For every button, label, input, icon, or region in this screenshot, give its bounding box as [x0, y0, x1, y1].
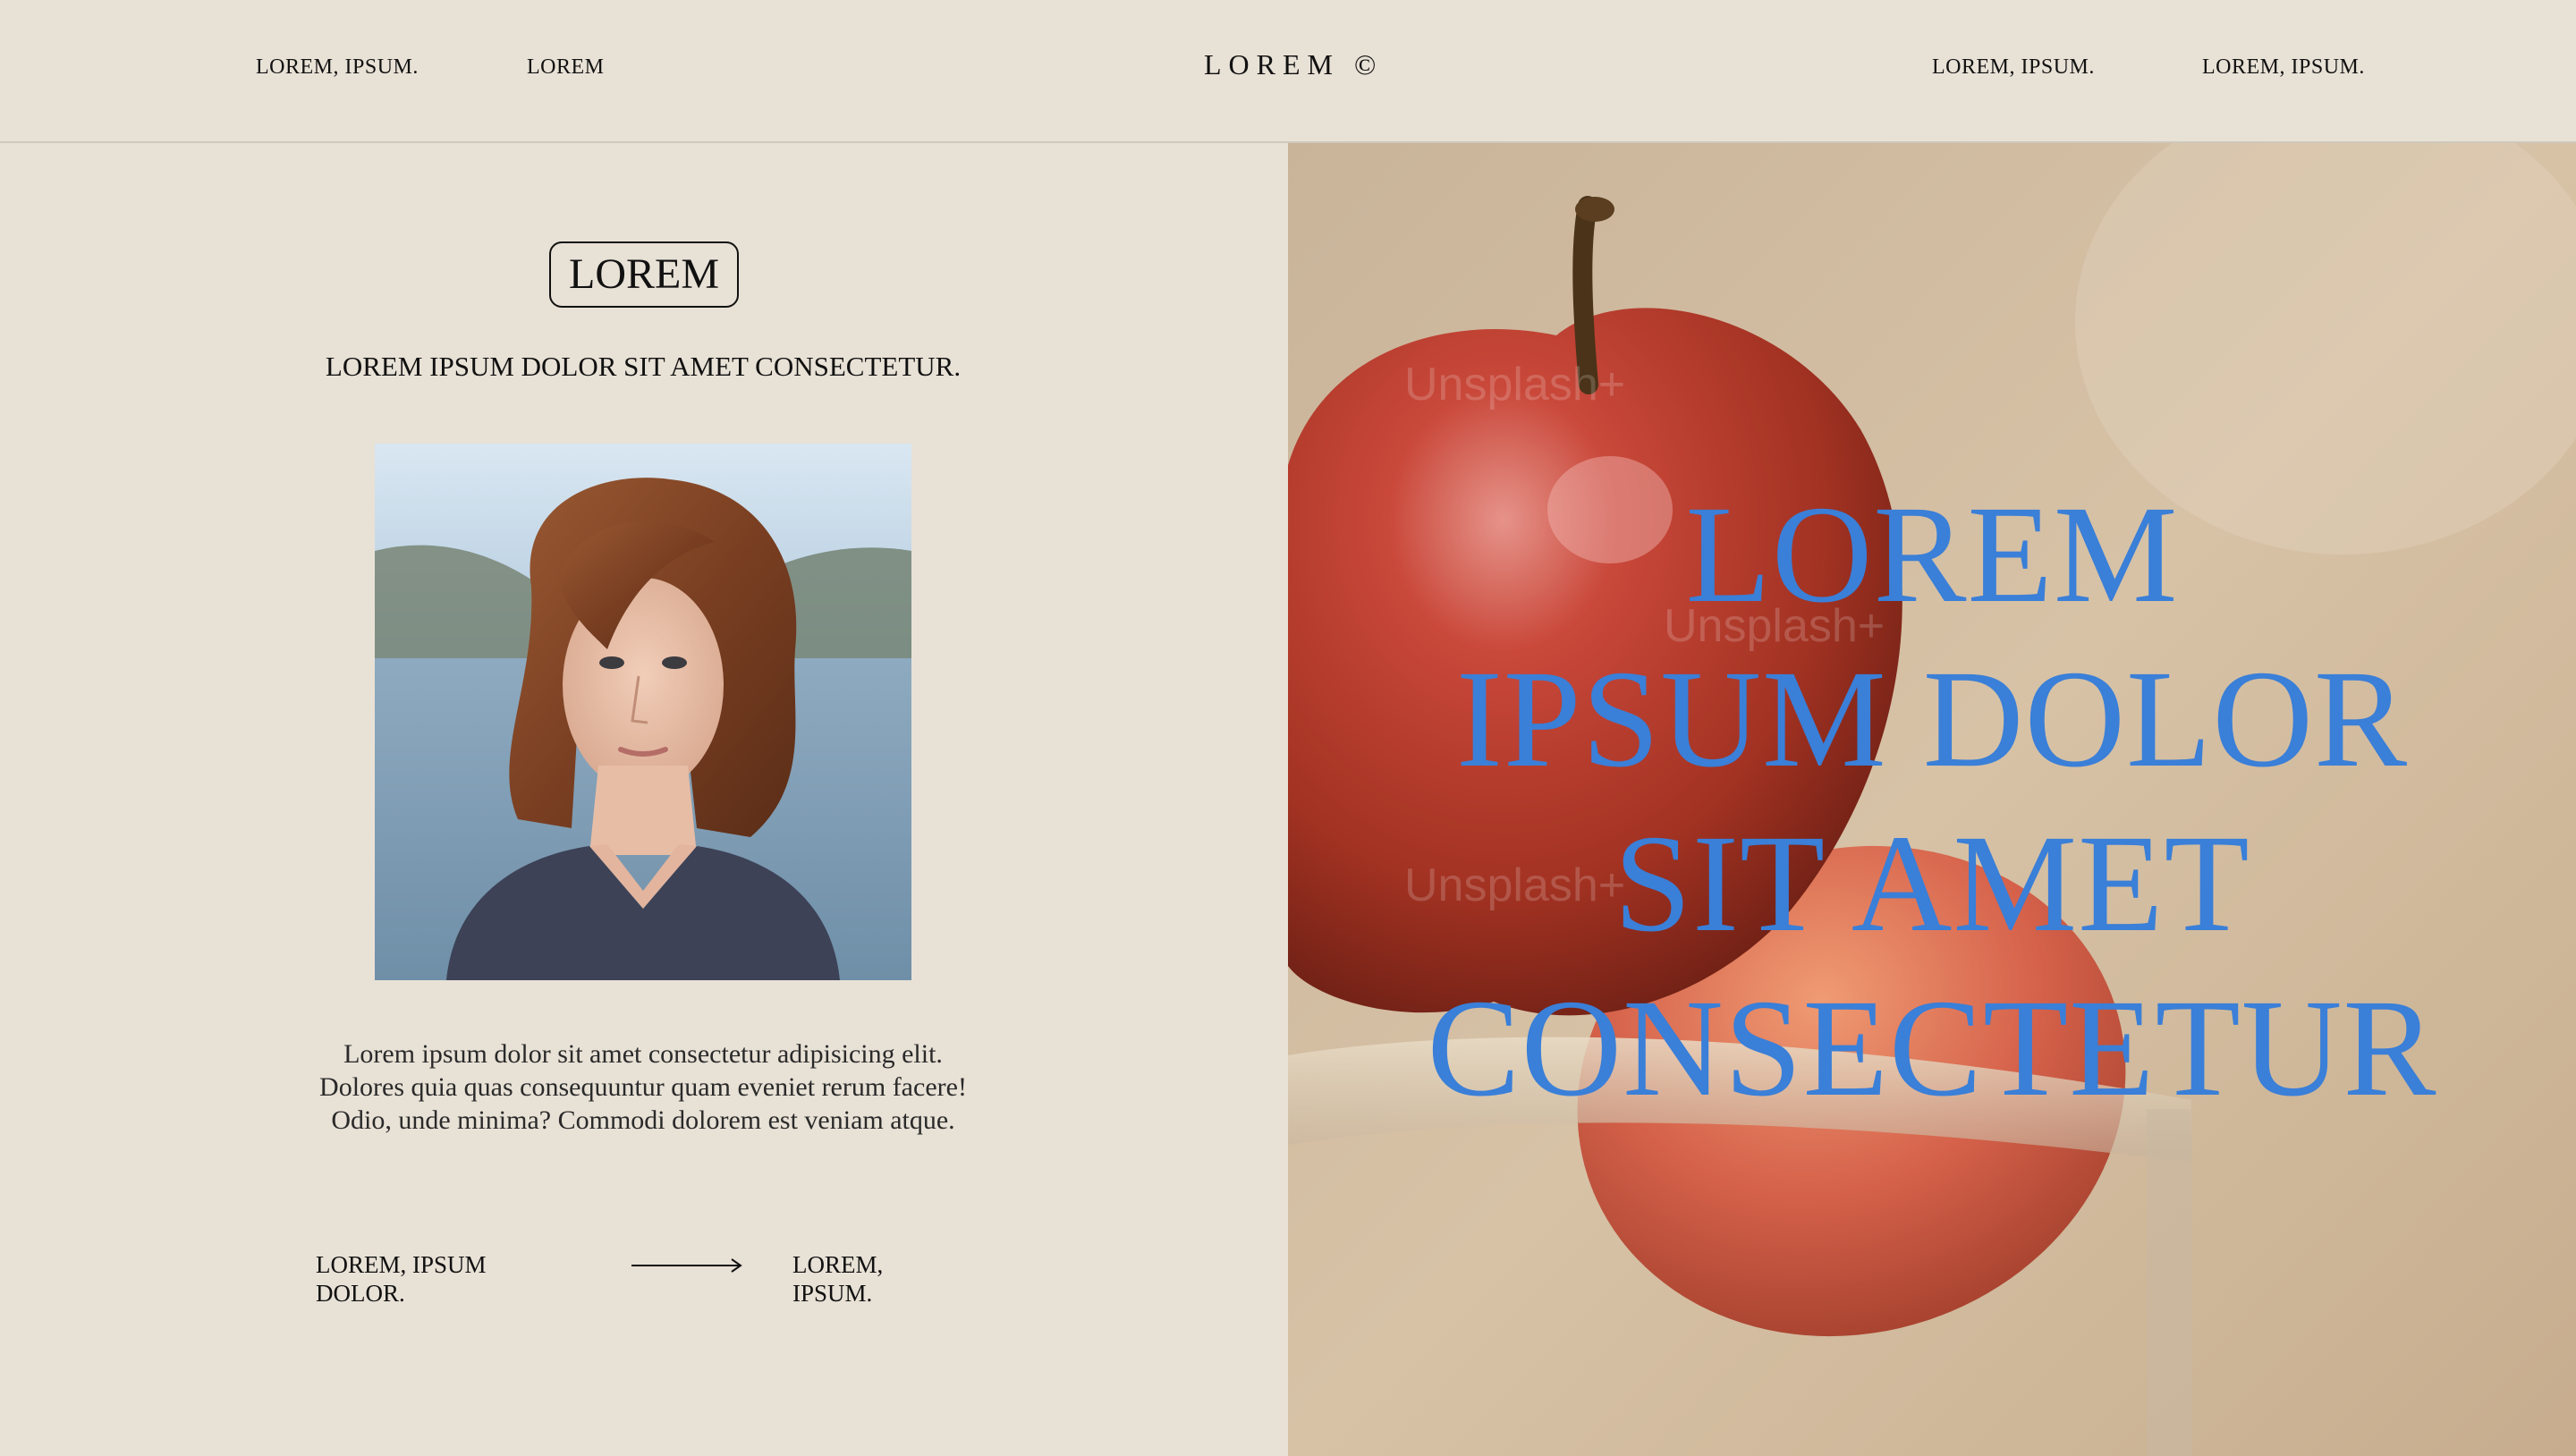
nav-link-right-1[interactable]: LOREM, IPSUM. [1932, 55, 2095, 80]
bottom-right-link[interactable]: LOREM, IPSUM. [792, 1250, 936, 1308]
bottom-right-line-2: IPSUM. [792, 1280, 873, 1307]
description-paragraph: Lorem ipsum dolor sit amet consectetur a… [0, 1037, 1286, 1137]
hero-heading: LOREM IPSUM DOLOR SIT AMET CONSECTETUR [1288, 472, 2576, 1130]
hero-image-section: Unsplash+ Unsplash+ Unsplash+ LOREM IPSU… [1288, 143, 2576, 1456]
left-content-panel: LOREM LOREM IPSUM DOLOR SIT AMET CONSECT… [0, 143, 1286, 1456]
bottom-left-line-2: DOLOR. [316, 1280, 405, 1307]
hero-heading-line: LOREM [1685, 477, 2179, 631]
portrait-image [375, 444, 911, 980]
bottom-right-line-1: LOREM, [792, 1251, 884, 1278]
top-navigation-bar: LOREM, IPSUM. LOREM LOREM © LOREM, IPSUM… [0, 0, 2576, 143]
hero-heading-line: IPSUM DOLOR [1455, 641, 2409, 796]
section-subtitle: LOREM IPSUM DOLOR SIT AMET CONSECTETUR. [325, 351, 962, 382]
paragraph-line: Odio, unde minima? Commodi dolorem est v… [331, 1105, 955, 1135]
arrow-right-icon[interactable] [631, 1257, 744, 1274]
bottom-left-line-1: LOREM, IPSUM [316, 1251, 487, 1278]
hero-heading-line: SIT AMET [1614, 806, 2250, 961]
nav-link-right-2[interactable]: LOREM, IPSUM. [2202, 55, 2365, 80]
paragraph-line: Dolores quia quas consequuntur quam even… [319, 1072, 967, 1102]
pill-button[interactable]: LOREM [549, 241, 739, 308]
paragraph-line: Lorem ipsum dolor sit amet consectetur a… [343, 1039, 943, 1069]
brand-logo[interactable]: LOREM © [1204, 48, 1383, 81]
watermark-text: Unsplash+ [1404, 359, 1626, 411]
nav-link-left-1[interactable]: LOREM, IPSUM. [256, 55, 419, 80]
nav-link-left-2[interactable]: LOREM [527, 55, 605, 80]
hero-heading-line: CONSECTETUR [1427, 970, 2437, 1125]
bottom-left-link[interactable]: LOREM, IPSUM DOLOR. [316, 1250, 513, 1308]
